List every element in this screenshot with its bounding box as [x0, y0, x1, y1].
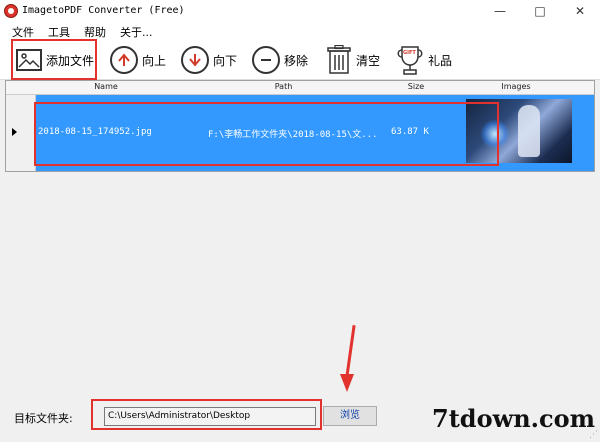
column-size[interactable]: Size [391, 82, 441, 91]
title-bar: ImagetoPDF Converter (Free) — □ ✕ [0, 0, 600, 22]
clear-button[interactable]: 清空 [326, 42, 380, 78]
move-up-button[interactable]: 向上 [110, 42, 166, 78]
minus-icon [252, 46, 280, 74]
trash-icon [326, 44, 352, 75]
row-selector[interactable] [6, 95, 36, 171]
column-name[interactable]: Name [36, 82, 176, 91]
menu-file[interactable]: 文件 [12, 24, 34, 40]
thumbnail-figure [518, 105, 540, 157]
remove-button[interactable]: 移除 [252, 42, 308, 78]
gift-label: 礼品 [428, 53, 453, 68]
grid-header: Name Path Size Images [6, 81, 594, 95]
menu-about[interactable]: 关于... [120, 24, 153, 40]
app-logo-icon [4, 4, 18, 18]
close-button[interactable]: ✕ [560, 0, 600, 22]
arrow-up-icon [110, 46, 138, 74]
browse-button[interactable]: 浏览 [323, 406, 377, 426]
column-images[interactable]: Images [466, 82, 566, 91]
gift-button[interactable]: GIFT 礼品 [396, 42, 452, 78]
path-highlight [91, 399, 322, 430]
maximize-button[interactable]: □ [520, 0, 560, 22]
trophy-icon: GIFT [396, 44, 424, 76]
watermark: 7tdown.com [432, 404, 596, 433]
grid-empty-area [5, 172, 595, 394]
window-title: ImagetoPDF Converter (Free) [22, 5, 185, 16]
row-pointer-icon [12, 128, 17, 136]
minimize-button[interactable]: — [480, 0, 520, 22]
clear-label: 清空 [356, 53, 381, 68]
remove-label: 移除 [284, 53, 309, 68]
gift-badge: GIFT [403, 50, 416, 56]
column-path[interactable]: Path [176, 82, 391, 91]
move-up-label: 向上 [142, 53, 167, 68]
row-highlight [34, 102, 499, 166]
move-down-label: 向下 [213, 53, 238, 68]
menu-tools[interactable]: 工具 [48, 24, 70, 40]
target-folder-label: 目标文件夹: [14, 412, 73, 425]
move-down-button[interactable]: 向下 [181, 42, 237, 78]
menu-help[interactable]: 帮助 [84, 24, 106, 40]
add-file-highlight [11, 39, 97, 80]
resize-grip-icon[interactable]: ⋰ [589, 430, 598, 440]
arrow-down-icon [181, 46, 209, 74]
menu-bar: 文件 工具 帮助 关于... [0, 22, 600, 40]
annotation-arrow-head [340, 374, 354, 392]
